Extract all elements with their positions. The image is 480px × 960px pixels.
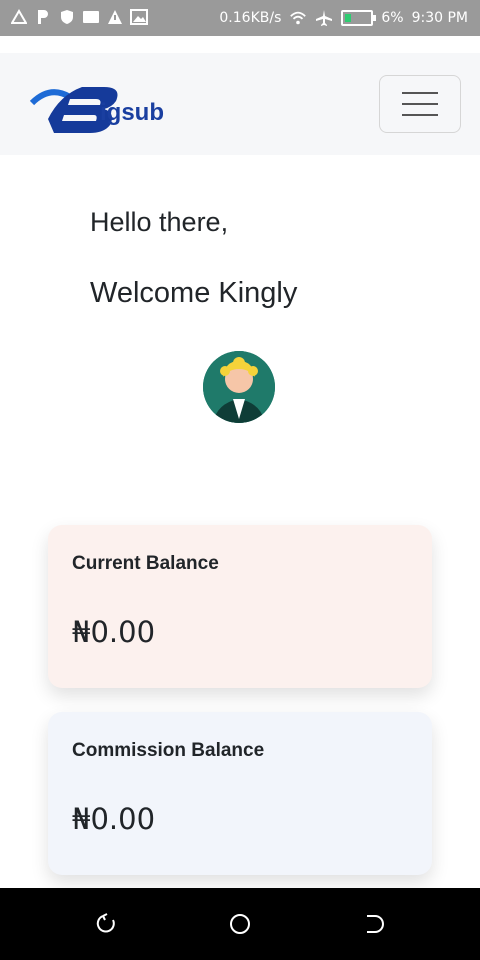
hamburger-line xyxy=(402,114,438,116)
current-balance-amount: ₦0.00 xyxy=(72,615,156,649)
battery-percent: 6% xyxy=(381,10,404,26)
status-icons-left xyxy=(10,8,148,26)
logo-text: igsub xyxy=(100,99,164,126)
greeting-welcome: Welcome Kingly xyxy=(90,277,298,309)
battery-level xyxy=(345,14,352,22)
shield-icon xyxy=(58,8,76,26)
user-avatar-icon xyxy=(203,351,275,423)
current-balance-label: Current Balance xyxy=(72,553,219,574)
home-icon[interactable] xyxy=(228,912,252,936)
gallery-icon xyxy=(130,8,148,26)
menu-toggle-button[interactable] xyxy=(379,75,461,133)
system-navigation-bar xyxy=(0,888,480,960)
recent-apps-icon[interactable] xyxy=(361,912,385,936)
airplane-icon xyxy=(315,9,333,27)
commission-balance-label: Commission Balance xyxy=(72,740,265,761)
greeting-hello: Hello there, xyxy=(90,207,229,237)
navbar: igsub xyxy=(0,53,480,155)
current-balance-card[interactable]: Current Balance ₦0.00 xyxy=(48,525,432,688)
warning-triangle-icon xyxy=(10,8,28,26)
clock: 9:30 PM xyxy=(411,10,468,26)
back-icon[interactable] xyxy=(95,912,119,936)
status-bar: 0.16KB/s 6% 9:30 PM xyxy=(0,0,480,36)
card-icon xyxy=(82,8,100,26)
commission-balance-card[interactable]: Commission Balance ₦0.00 xyxy=(48,712,432,875)
wifi-icon xyxy=(289,9,307,27)
network-speed: 0.16KB/s xyxy=(219,10,282,26)
parking-icon xyxy=(34,8,52,26)
alert-icon xyxy=(106,8,124,26)
status-icons-right: 0.16KB/s 6% 9:30 PM xyxy=(219,9,468,27)
commission-balance-amount: ₦0.00 xyxy=(72,802,156,836)
hamburger-line xyxy=(402,92,438,94)
battery-icon xyxy=(341,10,377,26)
hamburger-line xyxy=(402,103,438,105)
avatar[interactable] xyxy=(203,351,275,423)
brand-logo[interactable]: igsub xyxy=(29,75,190,135)
